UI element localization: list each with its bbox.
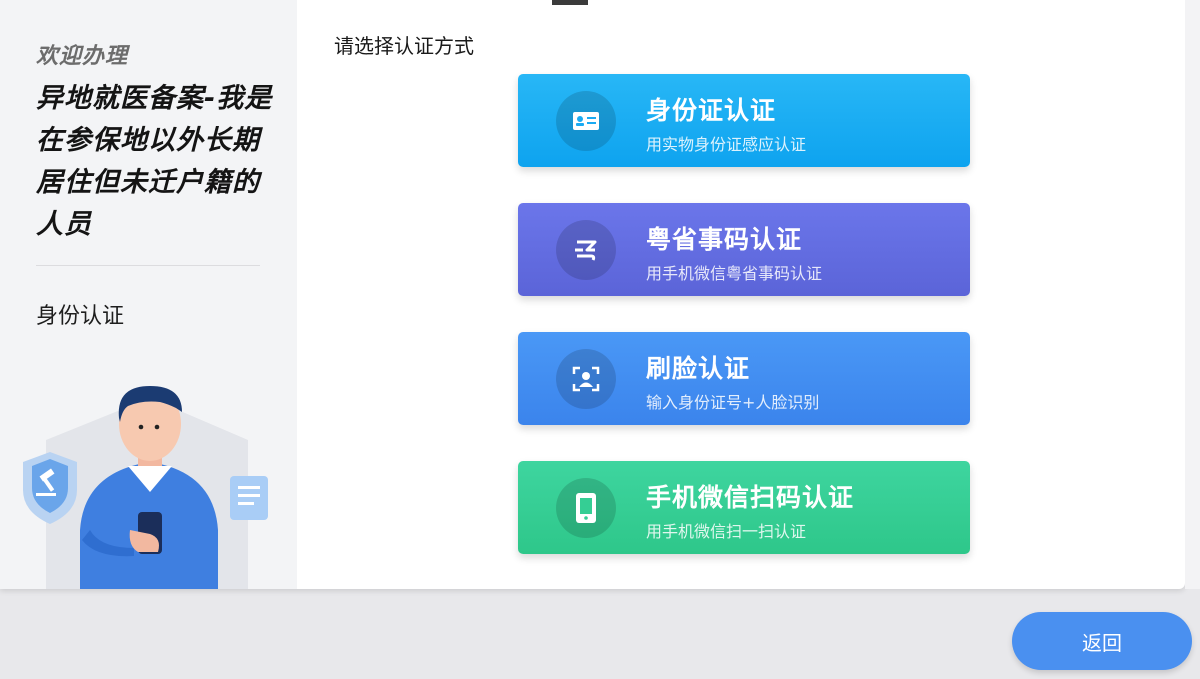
face-auth-subtitle: 输入身份证号+人脸识别 [646, 393, 820, 412]
id-card-icon-circle [556, 91, 616, 151]
id-card-auth-subtitle: 用实物身份证感应认证 [646, 135, 807, 154]
wechat-scan-auth-subtitle: 用手机微信扫一扫认证 [646, 522, 807, 541]
scrollbar-track[interactable] [1185, 0, 1200, 589]
sidebar-divider [36, 265, 260, 266]
content-panel: 欢迎办理 异地就医备案-我是在参保地以外长期居住但未迁户籍的人员 身份认证 请选… [0, 0, 1185, 589]
service-title: 异地就医备案-我是在参保地以外长期居住但未迁户籍的人员 [36, 83, 273, 240]
id-card-icon [573, 112, 599, 130]
back-button[interactable]: 返回 [1012, 612, 1192, 670]
yue-code-icon [575, 240, 597, 261]
screen: 欢迎办理 异地就医备案-我是在参保地以外长期居住但未迁户籍的人员 身份认证 请选… [0, 0, 1200, 679]
phone-icon [576, 493, 596, 523]
face-scan-icon-circle [556, 349, 616, 409]
yue-code-icon-circle [556, 220, 616, 280]
id-card-auth-title: 身份证认证 [646, 96, 777, 125]
face-scan-icon [572, 366, 600, 392]
sidebar: 欢迎办理 异地就医备案-我是在参保地以外长期居住但未迁户籍的人员 身份认证 [0, 0, 297, 589]
top-notch [552, 0, 588, 5]
wechat-scan-auth-title: 手机微信扫码认证 [646, 483, 855, 512]
wechat-scan-auth-button[interactable]: 手机微信扫码认证 用手机微信扫一扫认证 [518, 461, 970, 554]
yue-code-auth-button[interactable]: 粤省事码认证 用手机微信粤省事码认证 [518, 203, 970, 296]
user-illustration [23, 386, 268, 589]
face-auth-title: 刷脸认证 [646, 354, 751, 383]
id-card-auth-button[interactable]: 身份证认证 用实物身份证感应认证 [518, 74, 970, 167]
document-icon [230, 476, 268, 520]
step-label: 身份认证 [36, 304, 125, 329]
auth-method-prompt: 请选择认证方式 [334, 34, 474, 58]
welcome-text: 欢迎办理 [36, 44, 129, 69]
face-auth-button[interactable]: 刷脸认证 输入身份证号+人脸识别 [518, 332, 970, 425]
yue-code-auth-subtitle: 用手机微信粤省事码认证 [646, 264, 823, 283]
yue-code-auth-title: 粤省事码认证 [646, 225, 803, 254]
phone-icon-circle [556, 478, 616, 538]
